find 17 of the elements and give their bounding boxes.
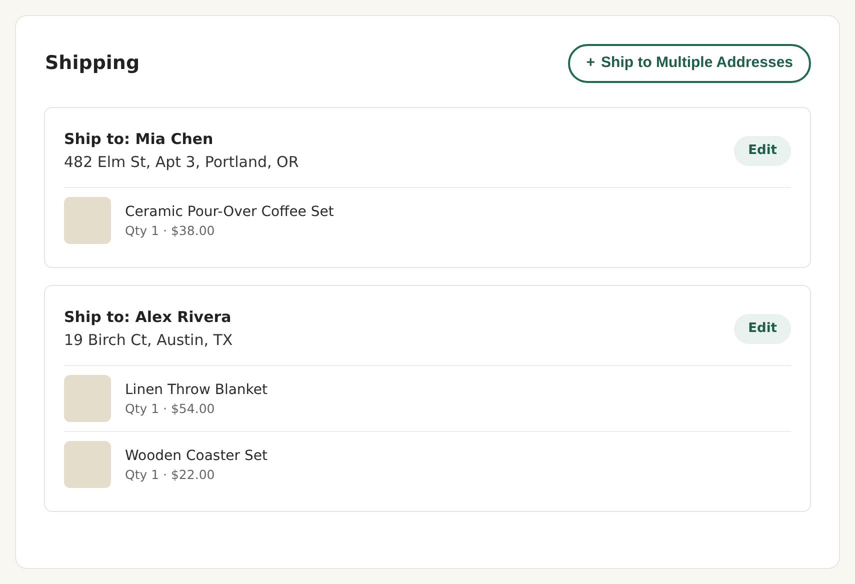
product-name: Wooden Coaster Set [125,446,268,466]
address-text: 482 Elm St, Apt 3, Portland, OR [64,152,299,173]
section-title: Shipping [44,51,140,76]
product-thumbnail [64,375,111,422]
address-text: 19 Birch Ct, Austin, TX [64,330,233,351]
product-name: Ceramic Pour-Over Coffee Set [125,202,334,222]
product-meta: Qty 1 · $38.00 [125,222,216,240]
ship-multiple-button[interactable]: + Ship to Multiple Addresses [568,44,811,83]
edit-button[interactable]: Edit [734,136,791,166]
product-thumbnail [64,441,111,488]
product-meta: Qty 1 · $22.00 [125,466,216,484]
product-meta: Qty 1 · $54.00 [125,400,216,418]
product-name: Linen Throw Blanket [125,380,268,400]
recipient-heading: Ship to: Mia Chen [64,129,214,150]
recipient-heading: Ship to: Alex Rivera [64,307,232,328]
product-thumbnail [64,197,111,244]
edit-button[interactable]: Edit [734,314,791,344]
